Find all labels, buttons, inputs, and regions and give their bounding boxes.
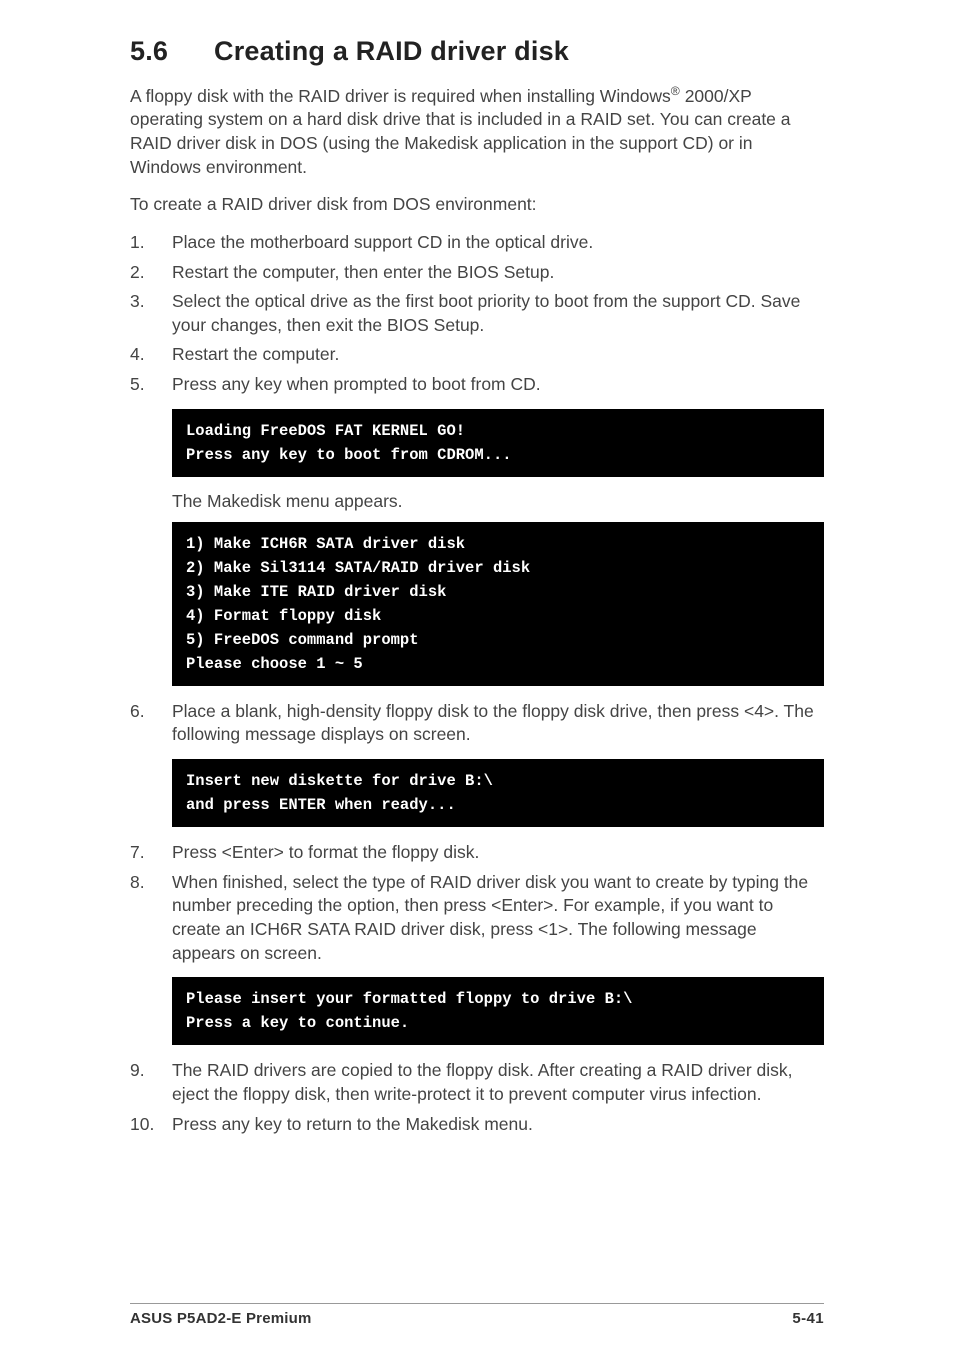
list-item-number: 8. (130, 871, 172, 966)
list-item: 9.The RAID drivers are copied to the flo… (130, 1059, 824, 1106)
list-item-text: Place a blank, high-density floppy disk … (172, 700, 824, 747)
code-block-3: Insert new diskette for drive B:\ and pr… (172, 759, 824, 827)
list-item-text: Press any key to return to the Makedisk … (172, 1113, 824, 1137)
footer-page-number: 5-41 (792, 1310, 824, 1327)
list-item-number: 3. (130, 290, 172, 337)
list-item: 3.Select the optical drive as the first … (130, 290, 824, 337)
list-item: 8.When finished, select the type of RAID… (130, 871, 824, 966)
intro-paragraph: A floppy disk with the RAID driver is re… (130, 83, 824, 179)
list-item-text: Restart the computer. (172, 343, 824, 367)
list-item-number: 7. (130, 841, 172, 865)
steps-list-b: 6.Place a blank, high-density floppy dis… (130, 700, 824, 747)
list-item-number: 1. (130, 231, 172, 255)
list-item: 4.Restart the computer. (130, 343, 824, 367)
steps-list-d: 9.The RAID drivers are copied to the flo… (130, 1059, 824, 1136)
list-item-number: 6. (130, 700, 172, 747)
code-block-1: Loading FreeDOS FAT KERNEL GO! Press any… (172, 409, 824, 477)
footer-product: ASUS P5AD2-E Premium (130, 1310, 312, 1327)
list-item-number: 10. (130, 1113, 172, 1137)
lead-paragraph: To create a RAID driver disk from DOS en… (130, 193, 824, 217)
list-item: 10.Press any key to return to the Makedi… (130, 1113, 824, 1137)
caption-1: The Makedisk menu appears. (172, 491, 824, 512)
code-block-2: 1) Make ICH6R SATA driver disk 2) Make S… (172, 522, 824, 686)
steps-list-a: 1.Place the motherboard support CD in th… (130, 231, 824, 397)
section-title: Creating a RAID driver disk (214, 36, 569, 66)
list-item: 6.Place a blank, high-density floppy dis… (130, 700, 824, 747)
list-item-number: 2. (130, 261, 172, 285)
list-item-text: Place the motherboard support CD in the … (172, 231, 824, 255)
list-item-text: When finished, select the type of RAID d… (172, 871, 824, 966)
list-item-number: 5. (130, 373, 172, 397)
list-item: 7.Press <Enter> to format the floppy dis… (130, 841, 824, 865)
page-footer: ASUS P5AD2-E Premium 5-41 (130, 1303, 824, 1327)
list-item-text: Select the optical drive as the first bo… (172, 290, 824, 337)
list-item: 1.Place the motherboard support CD in th… (130, 231, 824, 255)
list-item-number: 4. (130, 343, 172, 367)
code-block-4: Please insert your formatted floppy to d… (172, 977, 824, 1045)
list-item-text: Press <Enter> to format the floppy disk. (172, 841, 824, 865)
list-item-text: Press any key when prompted to boot from… (172, 373, 824, 397)
list-item-number: 9. (130, 1059, 172, 1106)
section-heading: 5.6Creating a RAID driver disk (130, 36, 824, 67)
section-number: 5.6 (130, 36, 214, 67)
steps-list-c: 7.Press <Enter> to format the floppy dis… (130, 841, 824, 965)
list-item-text: Restart the computer, then enter the BIO… (172, 261, 824, 285)
list-item-text: The RAID drivers are copied to the flopp… (172, 1059, 824, 1106)
list-item: 2.Restart the computer, then enter the B… (130, 261, 824, 285)
list-item: 5.Press any key when prompted to boot fr… (130, 373, 824, 397)
